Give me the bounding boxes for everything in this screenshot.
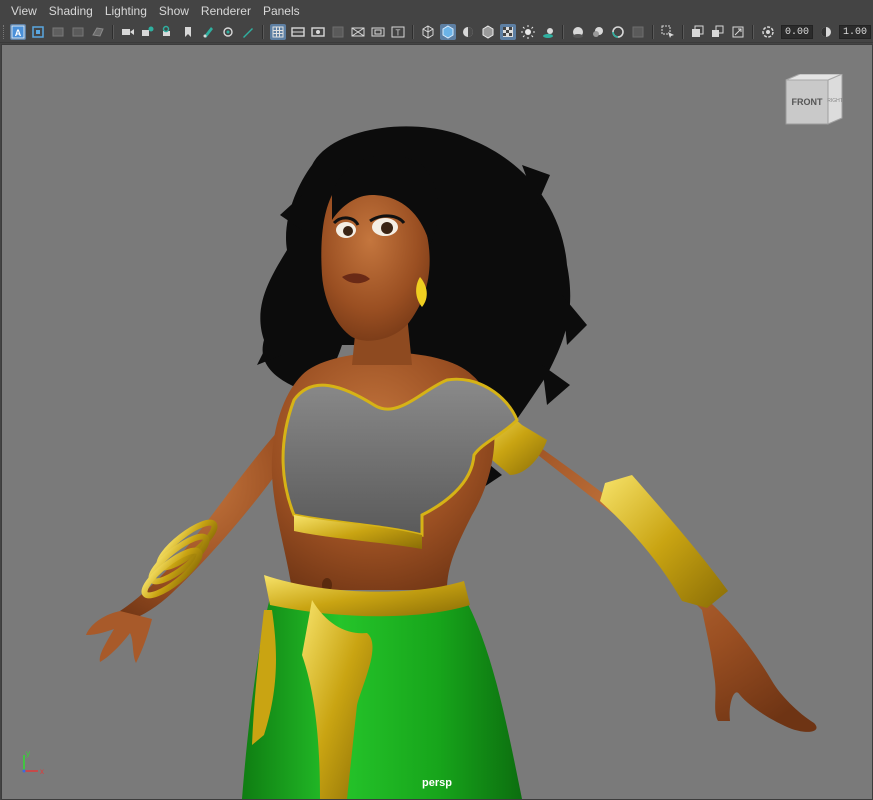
menu-show[interactable]: Show	[154, 0, 194, 22]
film-gate-icon[interactable]	[290, 24, 306, 40]
menu-renderer[interactable]: Renderer	[196, 0, 256, 22]
xray-icon[interactable]	[690, 24, 706, 40]
safe-title-icon[interactable]: T	[390, 24, 406, 40]
view-cube[interactable]: FRONT RIGHT	[784, 74, 846, 130]
menu-lighting[interactable]: Lighting	[100, 0, 152, 22]
gamma-field[interactable]: 1.00	[839, 25, 872, 39]
menu-panels[interactable]: Panels	[258, 0, 305, 22]
lock-camera-icon[interactable]	[30, 24, 46, 40]
smooth-shade-icon[interactable]	[440, 24, 456, 40]
2d-pan-zoom-icon[interactable]	[220, 24, 236, 40]
grid-icon[interactable]	[270, 24, 286, 40]
3d-viewport[interactable]: FRONT RIGHT y x persp	[1, 44, 873, 800]
field-chart-icon[interactable]	[350, 24, 366, 40]
svg-text:T: T	[396, 29, 401, 38]
gamma-icon[interactable]	[818, 24, 834, 40]
arm-right	[474, 413, 817, 732]
textured-icon[interactable]	[500, 24, 516, 40]
camera-look-icon[interactable]	[140, 24, 156, 40]
axis-gizmo: y x	[22, 749, 44, 776]
menu-shading[interactable]: Shading	[44, 0, 98, 22]
grease-pencil-icon[interactable]	[200, 24, 216, 40]
isolate-select-icon[interactable]	[660, 24, 676, 40]
toolbar-separator	[562, 25, 564, 39]
panel-toolbar: A T 0.00 1.00	[0, 22, 873, 43]
xray-components-icon[interactable]	[730, 24, 746, 40]
toolbar-grip[interactable]	[3, 25, 4, 39]
pencil-icon[interactable]	[240, 24, 256, 40]
skirt	[242, 575, 522, 799]
lights-icon[interactable]	[520, 24, 536, 40]
toolbar-separator	[112, 25, 114, 39]
toolbar-separator	[262, 25, 264, 39]
camera-track-icon[interactable]	[160, 24, 176, 40]
xray-joints-icon[interactable]	[710, 24, 726, 40]
shadows-icon[interactable]	[540, 24, 556, 40]
axis-x-label: x	[40, 767, 44, 776]
camera-icon[interactable]	[120, 24, 136, 40]
character-model[interactable]	[2, 45, 872, 799]
wireframe-icon[interactable]	[420, 24, 436, 40]
depth-of-field-icon[interactable]	[630, 24, 646, 40]
toolbar-separator	[652, 25, 654, 39]
view-cube-front-label: FRONT	[792, 97, 823, 107]
axis-y-label: y	[26, 749, 30, 758]
camera-attributes-icon[interactable]	[50, 24, 66, 40]
image-plane-icon[interactable]	[90, 24, 106, 40]
exposure-field[interactable]: 0.00	[781, 25, 814, 39]
svg-text:A: A	[15, 28, 22, 38]
safe-action-icon[interactable]	[370, 24, 386, 40]
wireframe-on-shaded-icon[interactable]	[480, 24, 496, 40]
gate-mask-icon[interactable]	[330, 24, 346, 40]
anti-aliasing-icon[interactable]	[610, 24, 626, 40]
bookmark-flag-icon[interactable]	[180, 24, 196, 40]
exposure-icon[interactable]	[760, 24, 776, 40]
view-cube-side-label: RIGHT	[827, 98, 843, 104]
resolution-gate-icon[interactable]	[310, 24, 326, 40]
toolbar-separator	[682, 25, 684, 39]
default-material-icon[interactable]	[460, 24, 476, 40]
bookmark-icon[interactable]	[70, 24, 86, 40]
panel-menu-bar: View Shading Lighting Show Renderer Pane…	[0, 0, 873, 22]
select-camera-icon[interactable]: A	[10, 24, 26, 40]
menu-view[interactable]: View	[6, 0, 42, 22]
toolbar-separator	[412, 25, 414, 39]
camera-name-label: persp	[422, 777, 452, 789]
motion-blur-icon[interactable]	[590, 24, 606, 40]
toolbar-separator	[752, 25, 754, 39]
ambient-occlusion-icon[interactable]	[570, 24, 586, 40]
